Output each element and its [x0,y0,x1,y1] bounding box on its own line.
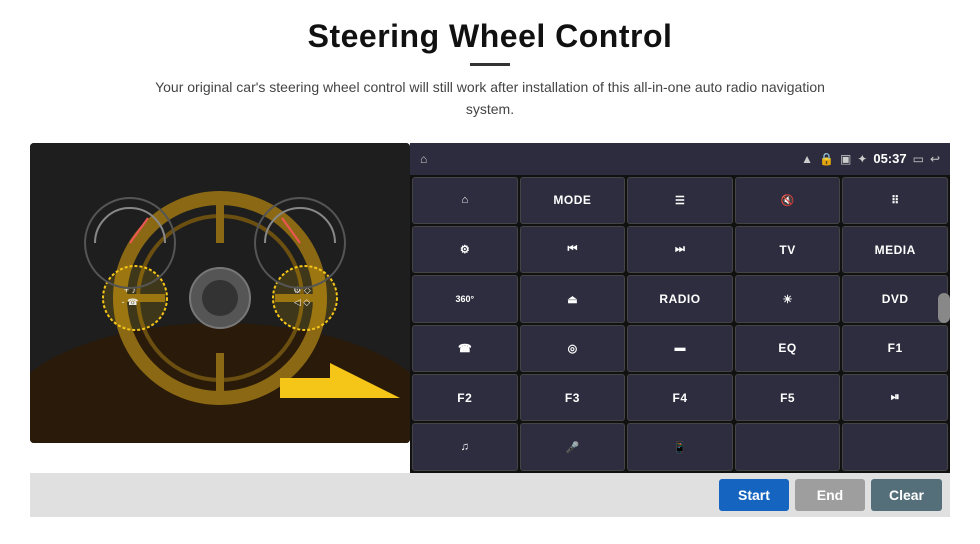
btn-menu[interactable]: ☰ [627,177,733,224]
btn-dvd[interactable]: DVD [842,275,948,322]
page-container: Steering Wheel Control Your original car… [0,0,980,544]
btn-f2[interactable]: F2 [412,374,518,421]
btn-settings[interactable]: ⚙ [412,226,518,273]
status-bar: ⌂ ▲ 🔒 ▣ ✦ 05:37 ▭ ↩ [410,143,950,175]
button-grid: ⌂ MODE ☰ 🔇 ⠿ ⚙ ⏮ ⏭ TV MEDIA 360° ⏏ RADIO… [410,175,950,473]
btn-apps[interactable]: ⠿ [842,177,948,224]
btn-empty2 [842,423,948,470]
btn-browse[interactable]: ◎ [520,325,626,372]
btn-tv[interactable]: TV [735,226,841,273]
btn-empty1 [735,423,841,470]
svg-text:- ☎: - ☎ [122,297,139,307]
back-icon: ↩ [930,152,940,166]
btn-eq[interactable]: EQ [735,325,841,372]
btn-f4[interactable]: F4 [627,374,733,421]
btn-mic[interactable]: 🎤 [520,423,626,470]
btn-screen[interactable]: ▬ [627,325,733,372]
btn-prev[interactable]: ⏮ [520,226,626,273]
btn-music[interactable]: ♫ [412,423,518,470]
page-title: Steering Wheel Control [140,18,840,55]
svg-text:+ ♪: + ♪ [124,285,136,295]
status-time: 05:37 [873,151,906,166]
btn-eject[interactable]: ⏏ [520,275,626,322]
start-button[interactable]: Start [719,479,789,511]
svg-text:◁ ◇: ◁ ◇ [294,297,310,307]
end-button[interactable]: End [795,479,865,511]
title-section: Steering Wheel Control Your original car… [140,18,840,135]
bottom-bar: Start End Clear [30,473,950,517]
clear-button[interactable]: Clear [871,479,942,511]
sim-icon: ▣ [840,152,851,166]
btn-radio[interactable]: RADIO [627,275,733,322]
btn-media[interactable]: MEDIA [842,226,948,273]
steering-wheel-illustration: + ♪ - ☎ ⚙ ◇ ◁ ◇ [30,143,410,443]
screen-icon: ▭ [913,152,924,166]
btn-next[interactable]: ⏭ [627,226,733,273]
bluetooth-icon: ✦ [857,152,867,166]
btn-phone[interactable]: ☎ [412,325,518,372]
btn-brightness[interactable]: ☀ [735,275,841,322]
btn-360cam[interactable]: 360° [412,275,518,322]
btn-f3[interactable]: F3 [520,374,626,421]
status-left: ⌂ [420,152,427,166]
car-image: + ♪ - ☎ ⚙ ◇ ◁ ◇ [30,143,410,443]
title-divider [470,63,510,66]
btn-f5[interactable]: F5 [735,374,841,421]
btn-home[interactable]: ⌂ [412,177,518,224]
btn-mode[interactable]: MODE [520,177,626,224]
lock-icon: 🔒 [819,152,834,166]
btn-mute[interactable]: 🔇 [735,177,841,224]
content-area: + ♪ - ☎ ⚙ ◇ ◁ ◇ [30,143,950,473]
btn-playpause[interactable]: ⏯ [842,374,948,421]
subtitle: Your original car's steering wheel contr… [140,76,840,121]
home-icon[interactable]: ⌂ [420,152,427,166]
control-panel: ⌂ ▲ 🔒 ▣ ✦ 05:37 ▭ ↩ ⌂ MODE ☰ 🔇 [410,143,950,473]
btn-call[interactable]: 📱 [627,423,733,470]
wifi-icon: ▲ [801,152,813,166]
status-right: ▲ 🔒 ▣ ✦ 05:37 ▭ ↩ [801,151,940,166]
btn-f1[interactable]: F1 [842,325,948,372]
scroll-indicator[interactable] [938,293,950,323]
